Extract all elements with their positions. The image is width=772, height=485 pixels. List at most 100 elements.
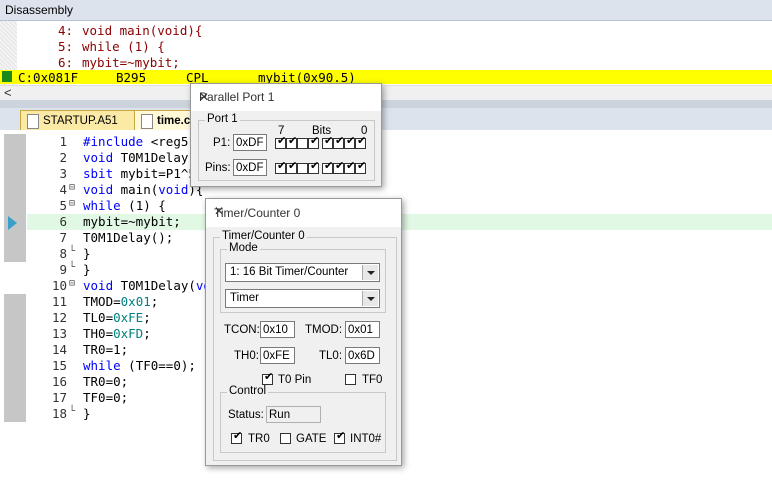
port-bit-checkbox[interactable]: ✔ <box>308 135 320 149</box>
port-bit-checkbox[interactable]: ✔ <box>308 160 320 174</box>
close-icon[interactable]: ✕ <box>214 204 393 218</box>
port-bit-checkbox[interactable]: ✔ <box>275 161 286 174</box>
port-bit-checkbox[interactable]: ✔ <box>344 135 356 149</box>
port-bit-checkbox[interactable]: ✔ <box>355 136 366 149</box>
port-bit-checkbox[interactable]: ✔ <box>286 160 298 174</box>
code-text[interactable]: #include <reg51.h> void T0M1Delay(void);… <box>83 134 772 422</box>
check-icon: ✔ <box>324 160 334 172</box>
tl0-label: TL0: <box>319 350 343 362</box>
current-instruction-marker-icon <box>2 71 12 82</box>
int0-checkbox[interactable]: ✔ <box>334 431 345 444</box>
timer-type-value: Timer <box>230 292 259 304</box>
line-number: 14 <box>51 342 67 357</box>
tf0-label: TF0 <box>362 374 383 386</box>
code-line: #include <reg51.h> <box>83 134 219 149</box>
th0-field[interactable]: 0xFE <box>260 347 295 364</box>
code-line: TH0=0xFD; <box>83 326 151 341</box>
tab-label: STARTUP.A51 <box>43 115 118 127</box>
line-number: 16 <box>51 374 67 389</box>
line-number: 10 <box>51 278 67 293</box>
check-icon: ✔ <box>310 135 320 147</box>
asm-address: C:0x081F <box>18 70 79 85</box>
fold-end-icon: └ <box>69 406 76 417</box>
chevron-down-icon[interactable] <box>362 265 378 280</box>
chevron-down-icon[interactable] <box>362 291 378 306</box>
tr0-checkbox[interactable]: ✔ <box>231 431 242 444</box>
int0-label: INT0# <box>350 433 382 445</box>
port-bit-checkbox[interactable]: ✔ <box>322 160 334 174</box>
disassembly-line-num: 5: <box>58 39 74 54</box>
port-bit-checkbox[interactable]: ✔ <box>275 136 286 149</box>
check-icon: ✔ <box>346 160 356 172</box>
code-line: } <box>83 262 91 277</box>
code-line: mybit=~mybit; <box>83 214 181 229</box>
fold-collapse-icon[interactable]: ⊟ <box>69 198 78 209</box>
line-number: 1 <box>59 134 67 149</box>
disassembly-pane[interactable]: 4: void main(void){ 5: while (1) { 6: my… <box>0 21 772 85</box>
disassembly-horizontal-scrollbar[interactable]: < <box>0 85 772 100</box>
tf0-checkbox[interactable] <box>345 374 356 385</box>
mode-select[interactable]: 1: 16 Bit Timer/Counter <box>225 263 380 282</box>
tab-startup-a51[interactable]: STARTUP.A51 <box>20 110 150 131</box>
p1-label: P1: <box>213 137 231 149</box>
status-field: Run <box>266 406 321 423</box>
line-number: 12 <box>51 310 67 325</box>
disassembly-line-num: 6: <box>58 55 74 70</box>
dialog-title-bar[interactable]: Timer/Counter 0 ✕ <box>206 199 401 227</box>
port-bit-checkbox[interactable] <box>297 163 308 174</box>
gate-checkbox[interactable] <box>280 433 291 444</box>
group-label: Mode <box>227 242 260 254</box>
port-bit-checkbox[interactable]: ✔ <box>286 136 297 149</box>
code-line: TF0=0; <box>83 390 129 405</box>
check-icon: ✔ <box>310 160 320 172</box>
line-number: 11 <box>51 294 67 309</box>
fold-collapse-icon[interactable]: ⊟ <box>69 278 78 289</box>
group-label: Timer/Counter 0 <box>220 230 307 242</box>
line-number: 18 <box>51 406 67 421</box>
file-icon <box>141 114 153 129</box>
check-icon: ✔ <box>346 135 356 147</box>
t0-pin-checkbox[interactable]: ✔ <box>262 372 273 385</box>
code-line: T0M1Delay(); <box>83 230 174 245</box>
timer-type-select[interactable]: Timer <box>225 289 380 308</box>
status-label: Status: <box>228 409 264 421</box>
check-icon: ✔ <box>324 135 334 147</box>
scroll-left-arrow-icon[interactable]: < <box>4 85 12 100</box>
line-number: 8 <box>59 246 67 261</box>
tmod-field[interactable]: 0x01 <box>345 321 380 338</box>
gutter-code-coverage <box>4 134 26 262</box>
gate-label: GATE <box>296 433 327 445</box>
execution-pointer-icon <box>8 216 17 230</box>
check-icon: ✔ <box>288 160 298 172</box>
tab-label: time.c <box>157 115 191 127</box>
port-bit-checkbox[interactable]: ✔ <box>333 136 344 149</box>
line-number: 9 <box>59 262 67 277</box>
tr0-label: TR0 <box>248 433 270 445</box>
port-bit-checkbox[interactable]: ✔ <box>344 160 356 174</box>
port-bit-checkbox[interactable]: ✔ <box>333 161 344 174</box>
close-icon[interactable]: ✕ <box>199 90 373 104</box>
pins-value-field[interactable]: 0xDF <box>233 159 267 176</box>
p1-value-field[interactable]: 0xDF <box>233 134 267 151</box>
code-line: void main(void){ <box>83 182 204 197</box>
dialog-title-bar[interactable]: Parallel Port 1 ✕ <box>191 84 381 111</box>
timer-counter-dialog[interactable]: Timer/Counter 0 ✕ Timer/Counter 0 Mode 1… <box>205 198 402 466</box>
pane-splitter[interactable] <box>0 100 772 108</box>
fold-end-icon: └ <box>69 262 76 273</box>
line-number: 5 <box>59 198 67 213</box>
code-line: TL0=0xFE; <box>83 310 151 325</box>
port-bit-checkbox[interactable]: ✔ <box>322 135 334 149</box>
tcon-field[interactable]: 0x10 <box>260 321 295 338</box>
fold-collapse-icon[interactable]: ⊟ <box>69 182 78 193</box>
code-line: while (1) { <box>83 198 166 213</box>
parallel-port-dialog[interactable]: Parallel Port 1 ✕ Port 1 7 Bits 0 P1: 0x… <box>190 83 382 187</box>
disassembly-source-line: mybit=~mybit; <box>82 55 180 70</box>
code-line: void T0M1Delay(void){ <box>83 278 241 293</box>
t0-pin-label: T0 Pin <box>278 374 312 386</box>
port-bit-checkbox[interactable] <box>297 138 308 149</box>
disassembly-title-bar: Disassembly <box>0 0 772 21</box>
code-line: TMOD=0x01; <box>83 294 159 309</box>
tl0-field[interactable]: 0x6D <box>345 347 380 364</box>
tmod-label: TMOD: <box>305 324 343 336</box>
port-bit-checkbox[interactable]: ✔ <box>355 161 366 174</box>
